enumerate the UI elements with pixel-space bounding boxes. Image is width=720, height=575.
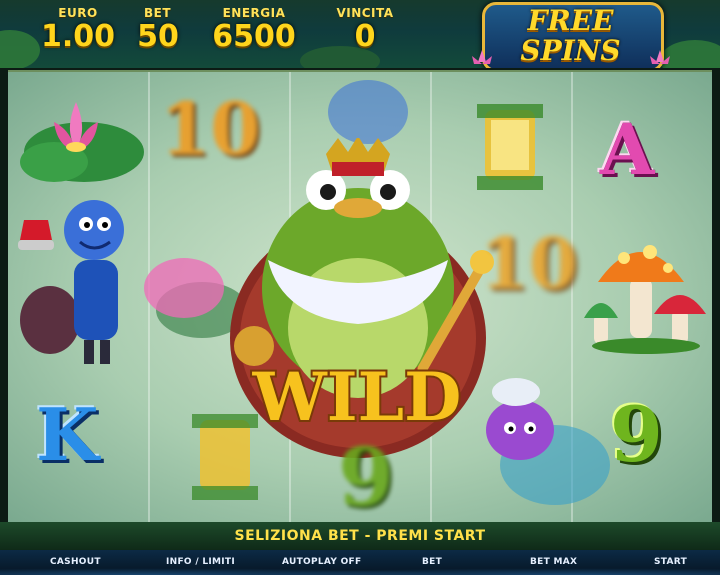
free-spins-logo: FREE SPINS bbox=[468, 0, 673, 68]
logo-spins-text: SPINS bbox=[520, 34, 621, 67]
slot-game: EURO 1.00 BET 50 ENERGIA 6500 VINCITA 0 … bbox=[0, 0, 720, 575]
vincita-label: VINCITA bbox=[336, 6, 394, 20]
nine-symbol: 9 bbox=[610, 390, 663, 479]
wild-label: WILD bbox=[250, 356, 464, 436]
logo-free-text: FREE bbox=[527, 4, 614, 37]
status-message: SELIZIONA BET - PREMI START bbox=[234, 528, 486, 544]
bet-button[interactable]: BET bbox=[422, 557, 442, 567]
water-lily-symbol bbox=[20, 102, 144, 182]
start-button[interactable]: START bbox=[654, 557, 687, 567]
cashout-button[interactable]: CASHOUT bbox=[50, 557, 101, 567]
letter-a-symbol: A bbox=[600, 108, 655, 191]
energia-stat: ENERGIA 6500 bbox=[204, 6, 304, 54]
lily-pad-decoration bbox=[0, 30, 40, 68]
ten-blurred-symbol: 10 bbox=[160, 86, 261, 171]
button-bar: CASHOUT INFO / LIMITI AUTOPLAY OFF BET B… bbox=[0, 550, 720, 575]
status-message-bar: SELIZIONA BET - PREMI START bbox=[0, 522, 720, 550]
mushroom-symbol bbox=[584, 245, 706, 354]
ten-blurred-symbol: 10 bbox=[480, 222, 578, 305]
autoplay-button[interactable]: AUTOPLAY OFF bbox=[282, 557, 361, 567]
euro-stat: EURO 1.00 bbox=[38, 6, 118, 54]
energia-value: 6500 bbox=[212, 19, 296, 54]
bet-stat: BET 50 bbox=[128, 6, 188, 54]
vincita-stat: VINCITA 0 bbox=[330, 6, 400, 54]
bet-value: 50 bbox=[137, 19, 179, 54]
wild-text: WILD bbox=[252, 358, 462, 436]
bet-max-button[interactable]: BET MAX bbox=[530, 557, 577, 567]
euro-value: 1.00 bbox=[40, 19, 116, 54]
info-limits-button[interactable]: INFO / LIMITI bbox=[166, 557, 235, 567]
vincita-value: 0 bbox=[354, 19, 376, 54]
nine-blurred-symbol: 9 bbox=[338, 430, 394, 524]
top-bar: EURO 1.00 BET 50 ENERGIA 6500 VINCITA 0 … bbox=[0, 0, 720, 68]
bet-label: BET bbox=[144, 6, 172, 20]
bug-waiter-symbol bbox=[18, 200, 124, 364]
euro-label: EURO bbox=[58, 6, 98, 20]
letter-k-symbol: K bbox=[36, 392, 99, 477]
energia-label: ENERGIA bbox=[222, 6, 286, 20]
